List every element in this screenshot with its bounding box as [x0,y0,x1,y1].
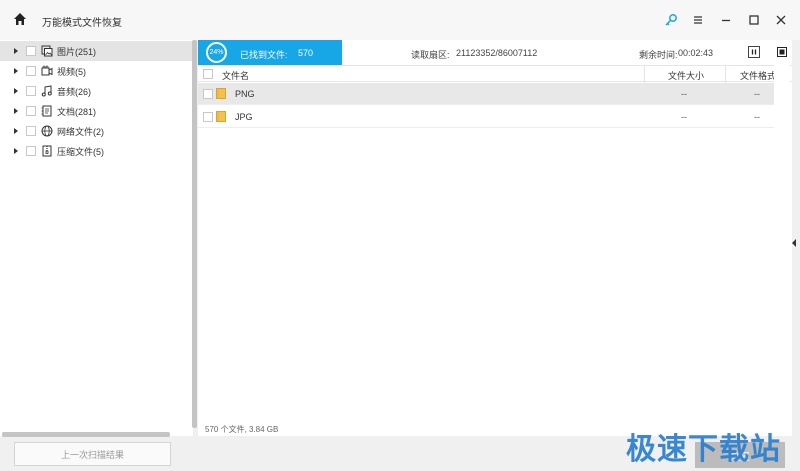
home-icon[interactable] [13,12,27,26]
collapse-panel-icon[interactable] [792,239,796,247]
chevron-right-icon[interactable] [13,147,19,155]
chevron-right-icon[interactable] [13,67,19,75]
stop-icon [777,47,787,57]
row-type: -- [754,112,760,122]
globe-icon [41,125,53,137]
table-header: 文件名 文件大小 文件格式 [198,65,792,83]
progress-ring: 24% [206,42,227,63]
row-checkbox[interactable] [203,89,213,99]
document-icon [41,105,52,117]
tree-checkbox[interactable] [26,46,36,56]
close-icon[interactable] [773,12,789,28]
right-scrollbar[interactable] [774,65,790,428]
menu-icon[interactable] [690,12,706,28]
chevron-right-icon[interactable] [13,47,19,55]
chevron-right-icon[interactable] [13,87,19,95]
tree-item-images[interactable]: 图片(251) [0,41,193,61]
select-all-checkbox[interactable] [203,69,213,79]
tree-item-label: 视频(5) [57,66,86,77]
tree-item-label: 音频(26) [57,86,92,97]
tree-item-audio[interactable]: 音频(26) [0,81,193,101]
column-header-type[interactable]: 文件格式 [740,69,776,82]
column-divider[interactable] [644,66,645,83]
tree-checkbox[interactable] [26,106,36,116]
title-bar: 万能模式文件恢复 [0,0,800,40]
tree-item-label: 文档(281) [57,106,97,117]
found-count: 570 [298,48,314,58]
found-label: 已找到文件: [240,50,288,60]
left-horizontal-scrollbar[interactable] [2,432,170,437]
tree-item-label: 图片(251) [57,46,97,57]
folder-icon [216,111,226,122]
column-header-size[interactable]: 文件大小 [668,69,704,82]
tree-item-videos[interactable]: 视频(5) [0,61,193,81]
pause-button[interactable] [748,46,760,58]
stop-button[interactable] [776,46,788,58]
results-panel: 24% 已找到文件: 570 读取扇区: 21123352/86007112 剩… [198,40,792,436]
tree-item-archives[interactable]: 压缩文件(5) [0,141,193,161]
tree-checkbox[interactable] [26,86,36,96]
tree-item-documents[interactable]: 文档(281) [0,101,193,121]
image-icon [41,45,53,57]
row-size: -- [681,89,687,99]
left-scrollbar[interactable] [192,40,197,428]
table-row[interactable]: JPG -- -- [198,106,774,128]
watermark: 极速下载站 [626,432,781,467]
chevron-right-icon[interactable] [13,127,19,135]
folder-icon [216,88,226,99]
row-name: PNG [235,89,255,99]
read-sector-value: 21123352/86007112 [456,48,538,58]
row-type: -- [754,89,760,99]
row-checkbox[interactable] [203,112,213,122]
row-size: -- [681,112,687,122]
column-divider[interactable] [725,66,726,83]
scan-status-bar: 24% 已找到文件: 570 读取扇区: 21123352/86007112 剩… [198,40,792,65]
previous-scan-button[interactable]: 上一次扫描结果 [14,442,171,466]
tree-item-label: 压缩文件(5) [57,146,104,157]
music-icon [41,85,52,97]
file-type-tree: 图片(251) 视频(5) 音频(26) 文档(281) 网络文件(2) 压缩文… [0,40,193,436]
row-name: JPG [235,112,253,122]
tree-item-network[interactable]: 网络文件(2) [0,121,193,141]
pause-icon [751,49,757,55]
found-summary: 24% 已找到文件: 570 [198,40,342,65]
app-title: 万能模式文件恢复 [42,18,122,29]
table-row[interactable]: PNG -- -- [198,83,774,105]
chevron-right-icon[interactable] [13,107,19,115]
tree-checkbox[interactable] [26,146,36,156]
tree-checkbox[interactable] [26,66,36,76]
remaining-time-label: 剩余时间: [639,50,678,60]
remaining-time-value: 00:02:43 [678,48,714,58]
read-sector-label: 读取扇区: [411,50,450,60]
tree-item-label: 网络文件(2) [57,126,104,137]
key-icon[interactable] [663,12,679,28]
minimize-icon[interactable] [718,12,734,28]
column-header-name[interactable]: 文件名 [222,69,249,82]
archive-icon [42,145,52,157]
tree-checkbox[interactable] [26,126,36,136]
video-icon [41,65,53,76]
maximize-icon[interactable] [746,12,762,28]
